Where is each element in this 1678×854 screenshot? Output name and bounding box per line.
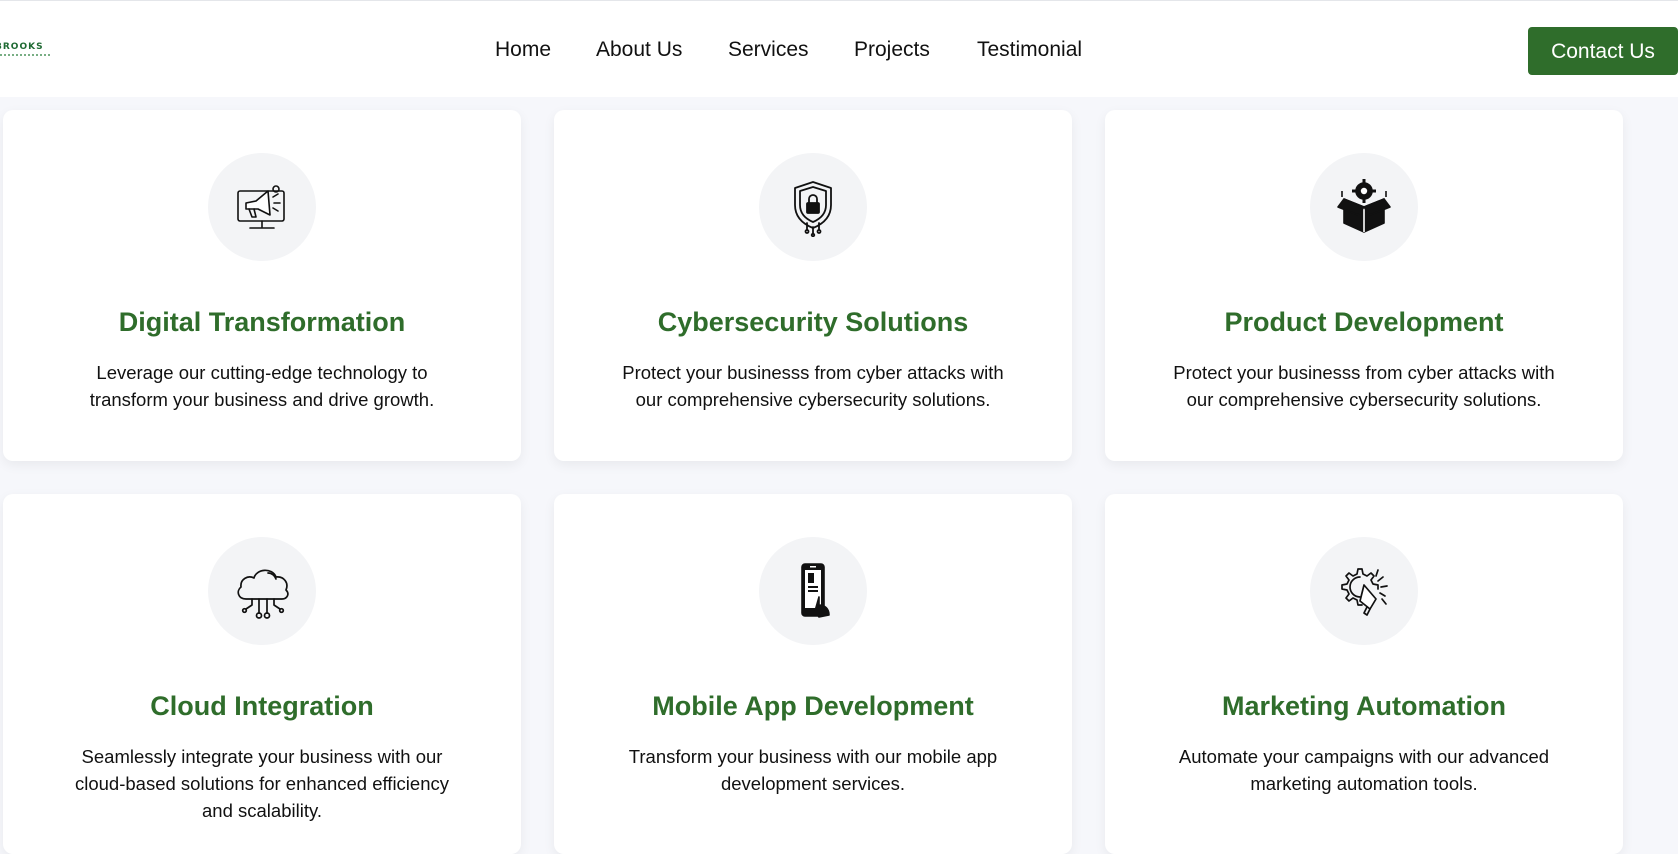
main-nav: Home About Us Services Projects Testimon… xyxy=(0,35,1678,65)
nav-services-link[interactable]: Services xyxy=(728,35,809,65)
service-card-product-development: Product Development Protect your busines… xyxy=(1105,110,1623,461)
cloud-network-icon xyxy=(208,537,316,645)
service-description: Automate your campaigns with our advance… xyxy=(1178,745,1550,794)
service-card-mobile-app-development: Mobile App Development Transform your bu… xyxy=(554,494,1072,854)
service-title: Product Development xyxy=(1224,307,1504,338)
top-navigation-bar: BROOKS Home About Us Services Projects T… xyxy=(0,0,1678,97)
shield-lock-icon xyxy=(759,153,867,261)
service-title: Cybersecurity Solutions xyxy=(657,307,969,338)
service-description: Transform your business with our mobile … xyxy=(628,745,998,794)
service-card-marketing-automation: Marketing Automation Automate your campa… xyxy=(1105,494,1623,854)
service-description: Leverage our cutting-edge technology to … xyxy=(89,361,435,410)
service-title: Mobile App Development xyxy=(652,691,974,722)
service-description: Seamlessly integrate your business with … xyxy=(74,745,449,821)
gear-box-icon xyxy=(1310,153,1418,261)
contact-us-button[interactable]: Contact Us xyxy=(1528,27,1678,75)
nav-testimonial-link[interactable]: Testimonial xyxy=(977,35,1082,65)
nav-about-link[interactable]: About Us xyxy=(596,35,682,65)
service-title: Digital Transformation xyxy=(118,307,406,338)
service-description: Protect your businesss from cyber attack… xyxy=(622,361,1004,410)
nav-home-link[interactable]: Home xyxy=(495,35,551,65)
service-description: Protect your businesss from cyber attack… xyxy=(1173,361,1555,410)
nav-projects-link[interactable]: Projects xyxy=(854,35,930,65)
service-card-cybersecurity-solutions: Cybersecurity Solutions Protect your bus… xyxy=(554,110,1072,461)
service-card-digital-transformation: Digital Transformation Leverage our cutt… xyxy=(3,110,521,461)
mobile-phone-icon xyxy=(759,537,867,645)
service-card-cloud-integration: Cloud Integration Seamlessly integrate y… xyxy=(3,494,521,854)
megaphone-monitor-icon xyxy=(208,153,316,261)
gear-megaphone-icon xyxy=(1310,537,1418,645)
service-title: Marketing Automation xyxy=(1221,691,1506,722)
service-title: Cloud Integration xyxy=(150,691,374,722)
